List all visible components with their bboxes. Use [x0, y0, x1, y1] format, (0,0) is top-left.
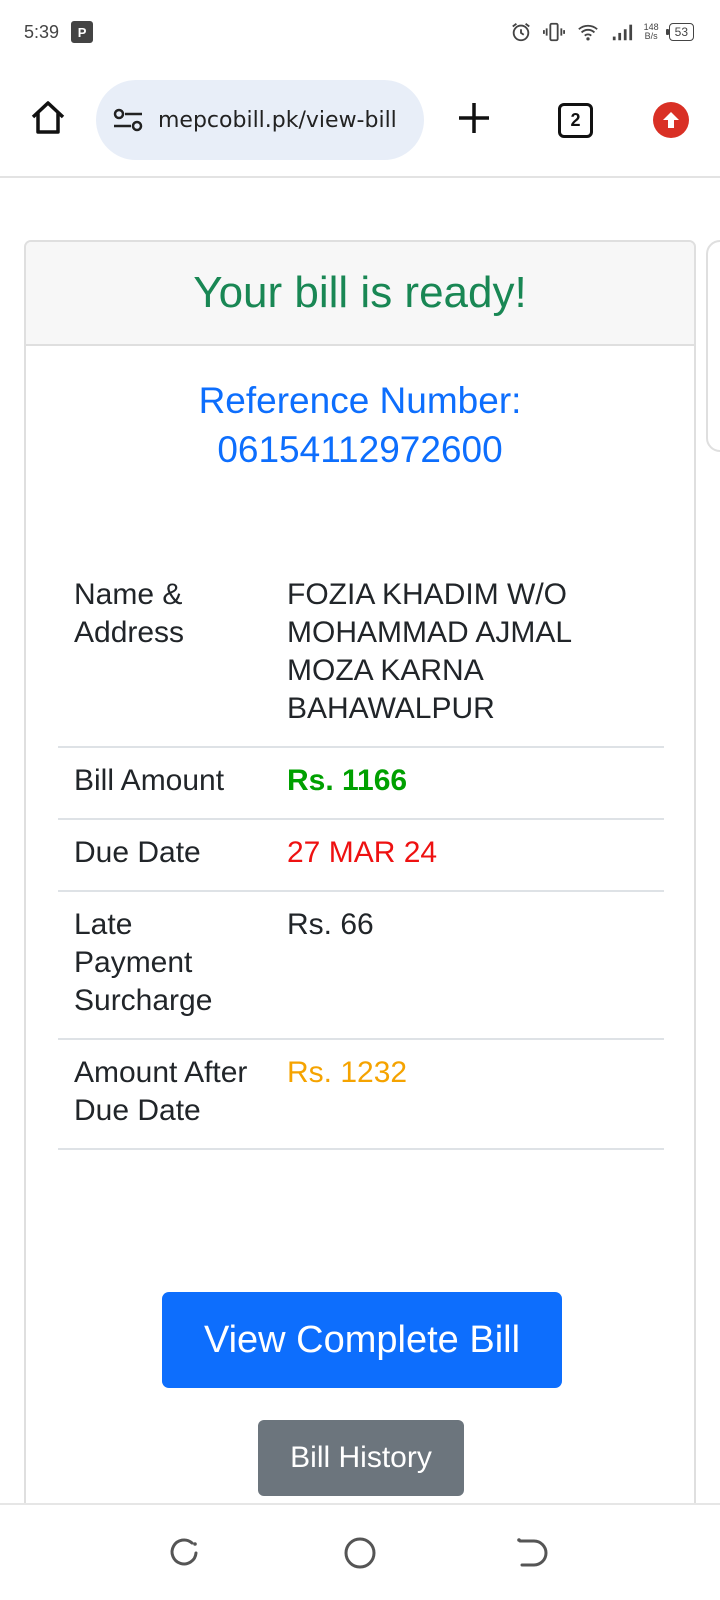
home-icon[interactable] — [28, 98, 68, 138]
network-speed-unit: B/s — [644, 31, 658, 41]
battery-level: 53 — [674, 25, 688, 39]
bill-amount-label: Bill Amount — [58, 747, 271, 820]
reference-number: 06154112972600 — [217, 429, 503, 470]
card-header: Your bill is ready! — [26, 242, 694, 346]
due-date-label: Due Date — [58, 819, 271, 892]
status-left: 5:39 P — [24, 21, 94, 43]
alarm-icon — [511, 23, 530, 42]
name-address-label: Name & Address — [58, 576, 271, 748]
signal-icon — [612, 24, 632, 41]
table-row: Late Payment Surcharge Rs. 66 — [58, 891, 664, 1040]
due-date-value: 27 MAR 24 — [271, 819, 664, 892]
after-due-value: Rs. 1232 — [271, 1039, 664, 1150]
status-bar: 5:39 P 148 B/s 53 — [0, 0, 720, 64]
url-text[interactable]: mepcobill.pk/view-bill — [158, 108, 397, 133]
next-card-edge — [706, 240, 720, 452]
recent-apps-icon[interactable] — [166, 1535, 202, 1571]
late-surcharge-value: Rs. 66 — [271, 891, 664, 1040]
tab-switcher-button[interactable]: 2 — [558, 103, 593, 138]
bill-card: Your bill is ready! Reference Number: 06… — [24, 240, 696, 1560]
parking-app-icon: P — [71, 21, 94, 43]
browser-toolbar: mepcobill.pk/view-bill 2 — [0, 76, 720, 162]
bill-amount-value: Rs. 1166 — [271, 747, 664, 820]
table-row: Name & Address FOZIA KHADIM W/O MOHAMMAD… — [58, 576, 664, 748]
system-nav-bar — [0, 1503, 720, 1600]
reference-label: Reference Number: — [198, 380, 522, 421]
bill-ready-title: Your bill is ready! — [193, 268, 527, 317]
bill-details-table: Name & Address FOZIA KHADIM W/O MOHAMMAD… — [58, 576, 664, 1150]
view-complete-bill-button[interactable]: View Complete Bill — [162, 1292, 562, 1388]
tab-count: 2 — [570, 110, 581, 130]
wifi-icon — [577, 24, 598, 41]
table-row: Bill Amount Rs. 1166 — [58, 747, 664, 820]
reference-block: Reference Number: 06154112972600 — [26, 376, 694, 474]
home-nav-icon[interactable] — [342, 1535, 378, 1571]
address-bar[interactable]: mepcobill.pk/view-bill — [96, 80, 424, 160]
table-row: Amount After Due Date Rs. 1232 — [58, 1039, 664, 1150]
vibrate-icon — [542, 22, 565, 42]
new-tab-icon[interactable] — [454, 98, 494, 138]
table-row: Due Date 27 MAR 24 — [58, 819, 664, 892]
network-speed: 148 B/s — [644, 23, 659, 41]
toolbar-divider — [0, 176, 720, 178]
site-settings-icon[interactable] — [112, 106, 144, 134]
after-due-label: Amount After Due Date — [58, 1039, 271, 1150]
back-icon[interactable] — [514, 1535, 550, 1571]
bill-history-button[interactable]: Bill History — [258, 1420, 464, 1496]
update-icon[interactable] — [653, 102, 689, 138]
late-surcharge-label: Late Payment Surcharge — [58, 891, 271, 1040]
battery-icon: 53 — [665, 23, 694, 41]
name-address-value: FOZIA KHADIM W/O MOHAMMAD AJMAL MOZA KAR… — [271, 576, 664, 748]
status-time: 5:39 — [24, 21, 60, 42]
arrow-up-icon — [663, 112, 679, 128]
status-right: 148 B/s 53 — [510, 21, 694, 43]
